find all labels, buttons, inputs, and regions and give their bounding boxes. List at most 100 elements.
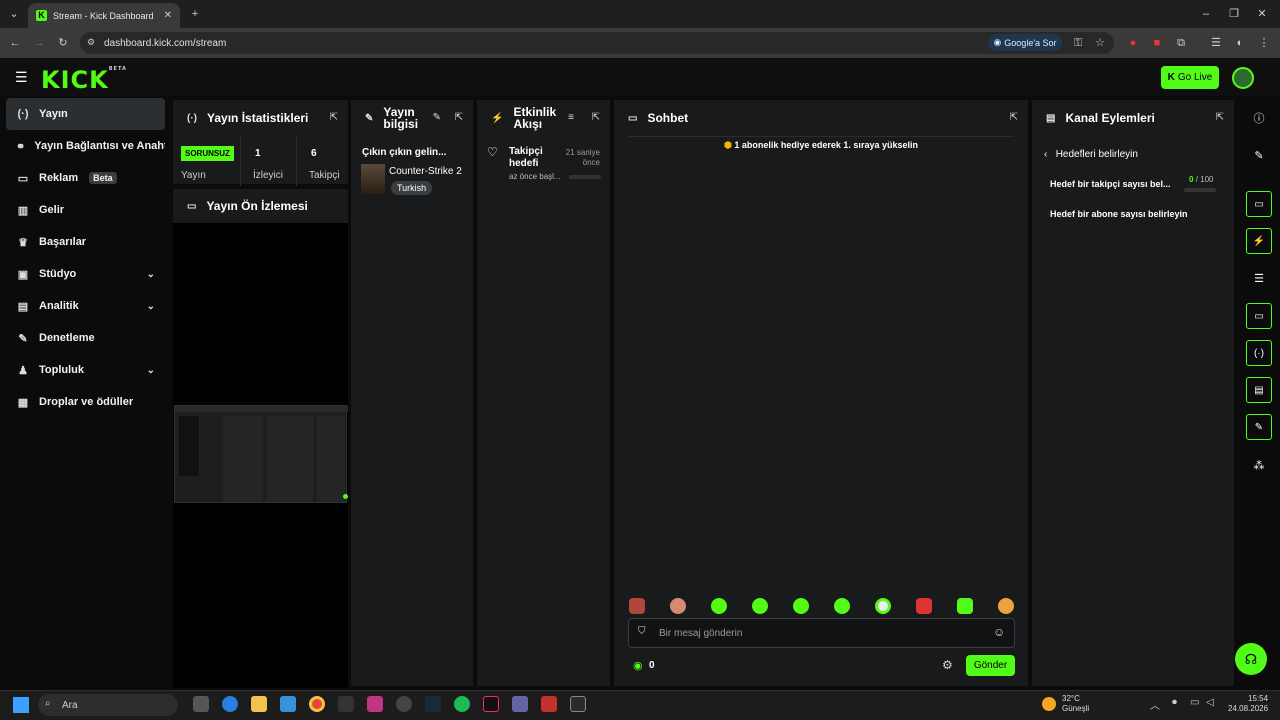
sidebar-item-stream-key[interactable]: ⚭ Yayın Bağlantısı ve Anahtar (6, 130, 165, 162)
sidebar-item-topluluk[interactable]: ♟ Topluluk ⌄ (6, 354, 165, 386)
network-icon[interactable]: ▭ (1190, 697, 1199, 708)
emote-5[interactable] (793, 598, 809, 614)
windows-start-icon[interactable] (13, 697, 29, 713)
chat-placeholder: Bir mesaj gönderin (659, 627, 743, 639)
popout-icon[interactable]: ⇱ (330, 112, 338, 123)
follower-goal-current: 0 (1189, 175, 1194, 184)
store-icon[interactable] (280, 696, 296, 712)
spotify-icon[interactable] (454, 696, 470, 712)
popout-icon[interactable]: ⇱ (592, 112, 600, 123)
browser-tab[interactable]: K Stream - Kick Dashboard ✕ (28, 3, 180, 28)
emote-4[interactable] (752, 598, 768, 614)
sidebar-item-droplar[interactable]: ▦ Droplar ve ödüller (6, 386, 165, 418)
url-bar[interactable]: dashboard.kick.com/stream (80, 32, 1114, 54)
preview-thumb-panel (223, 416, 263, 502)
browser-menu-icon[interactable]: ⋮ (1256, 28, 1272, 58)
emote-6[interactable] (834, 598, 850, 614)
epic-icon[interactable] (338, 696, 354, 712)
back-icon[interactable]: ← (6, 28, 24, 58)
taskview-icon[interactable] (193, 696, 209, 712)
instagram-icon[interactable] (367, 696, 383, 712)
chat-message-input[interactable]: Bir mesaj gönderin (628, 618, 1015, 648)
chrome-icon[interactable] (309, 696, 325, 712)
tab-close-icon[interactable]: ✕ (164, 10, 172, 21)
edit-pencil-icon[interactable]: ✎ (1246, 142, 1272, 168)
new-tab-icon[interactable]: + (186, 0, 204, 28)
forward-icon[interactable]: → (30, 28, 48, 58)
extensions-puzzle-icon[interactable]: ⧉ (1174, 28, 1188, 58)
edge-icon[interactable] (222, 696, 238, 712)
maximize-icon[interactable]: ❐ (1224, 0, 1244, 28)
hamburger-menu-icon[interactable]: ☰ (15, 69, 28, 86)
emote-2[interactable] (670, 598, 686, 614)
volume-icon[interactable]: ◁ (1206, 697, 1214, 708)
rail-channel-actions-button[interactable]: ▤ (1246, 377, 1272, 403)
emote-8[interactable] (916, 598, 932, 614)
stream-preview-thumbnail[interactable] (174, 405, 348, 503)
rail-activity-button[interactable]: ⚡ (1246, 228, 1272, 254)
send-button[interactable]: Gönder (966, 655, 1015, 676)
microphone-icon[interactable]: ⏺ (1172, 697, 1177, 708)
tiktok-icon[interactable] (483, 696, 499, 712)
window-close-icon[interactable]: ✕ (1252, 0, 1272, 28)
language-tag[interactable]: Turkish (391, 181, 433, 195)
steam-icon[interactable] (425, 696, 441, 712)
weather-desc: Güneşli (1062, 704, 1090, 713)
explorer-icon[interactable] (251, 696, 267, 712)
emoji-icon[interactable]: ☺ (993, 625, 1005, 639)
follower-goal[interactable]: Hedef bir takipçi sayısı bel... (1050, 179, 1171, 189)
obs-icon[interactable] (396, 696, 412, 712)
reading-list-icon[interactable]: ☰ (1208, 28, 1224, 58)
taskbar-search[interactable]: Ara (38, 694, 178, 716)
edit-pencil-icon[interactable]: ✎ (433, 112, 441, 123)
sidebar-item-analitik[interactable]: ▤ Analitik ⌄ (6, 290, 165, 322)
rail-stats-button[interactable]: (·) (1246, 340, 1272, 366)
emote-1[interactable] (629, 598, 645, 614)
emote-9[interactable] (957, 598, 973, 614)
sidebar-item-reklam[interactable]: ▭ Reklam Beta (6, 162, 165, 194)
rail-preview-button[interactable]: ▭ (1246, 191, 1272, 217)
list-icon[interactable]: ☰ (1246, 265, 1272, 291)
ask-google-button[interactable]: ◉ Google'a Sor (988, 34, 1062, 51)
game-name[interactable]: Counter-Strike 2 (389, 166, 462, 177)
tab-search-icon[interactable]: ⌄ (4, 0, 24, 28)
tray-chevron-icon[interactable]: ︿ (1150, 697, 1160, 712)
user-avatar[interactable] (1232, 67, 1254, 89)
popout-icon[interactable]: ⇱ (1216, 112, 1224, 123)
app-red-icon[interactable] (541, 696, 557, 712)
password-key-icon[interactable]: ⚿ (1070, 28, 1086, 58)
popout-icon[interactable]: ⇱ (455, 112, 463, 123)
sidebar-item-basarilar[interactable]: ♛ Başarılar (6, 226, 165, 258)
taskbar-clock[interactable]: 15:54 24.08.2026 (1228, 694, 1268, 714)
sidebar-item-yayin[interactable]: (·) Yayın (6, 98, 165, 130)
share-icon[interactable]: ⁂ (1246, 452, 1272, 478)
rail-info-button[interactable]: ✎ (1246, 414, 1272, 440)
sidebar-item-gelir[interactable]: ▥ Gelir (6, 194, 165, 226)
profile-icon[interactable]: ◐ (1232, 28, 1248, 58)
reload-icon[interactable]: ↻ (54, 28, 72, 58)
sidebar-item-denetleme[interactable]: ✎ Denetleme (6, 322, 165, 354)
back-goals-button[interactable]: ‹ Hedefleri belirleyin (1044, 149, 1138, 160)
sidebar-item-studyo[interactable]: ▣ Stüdyo ⌄ (6, 258, 165, 290)
subscriber-goal[interactable]: Hedef bir abone sayısı belirleyin (1050, 209, 1188, 219)
extension-video-icon[interactable]: ■ (1150, 28, 1164, 58)
rail-chat-button[interactable]: ▭ (1246, 303, 1272, 329)
emote-10[interactable] (998, 598, 1014, 614)
teams-icon[interactable] (512, 696, 528, 712)
kick-logo[interactable]: KICKBETA (41, 66, 127, 94)
extension-red-icon[interactable]: ● (1126, 28, 1140, 58)
weather-widget[interactable]: 32°C Güneşli (1062, 694, 1089, 714)
emote-7[interactable] (875, 598, 891, 614)
bookmark-star-icon[interactable]: ☆ (1092, 28, 1108, 58)
minimize-icon[interactable]: – (1196, 0, 1216, 28)
filter-icon[interactable]: ≡ (568, 112, 574, 123)
go-live-button[interactable]: K Go Live (1161, 66, 1219, 89)
popout-icon[interactable]: ⇱ (1010, 112, 1018, 123)
support-headset-button[interactable]: ☊ (1235, 643, 1267, 675)
emote-3[interactable] (711, 598, 727, 614)
app-ae-icon[interactable] (570, 696, 586, 712)
info-icon[interactable]: ⓘ (1246, 105, 1272, 131)
site-info-icon[interactable]: ⚙ (87, 37, 95, 48)
gift-sub-banner[interactable]: ⬢ 1 abonelik hediye ederek 1. sıraya yük… (614, 140, 1028, 151)
chat-settings-gear-icon[interactable]: ⚙ (942, 658, 953, 672)
